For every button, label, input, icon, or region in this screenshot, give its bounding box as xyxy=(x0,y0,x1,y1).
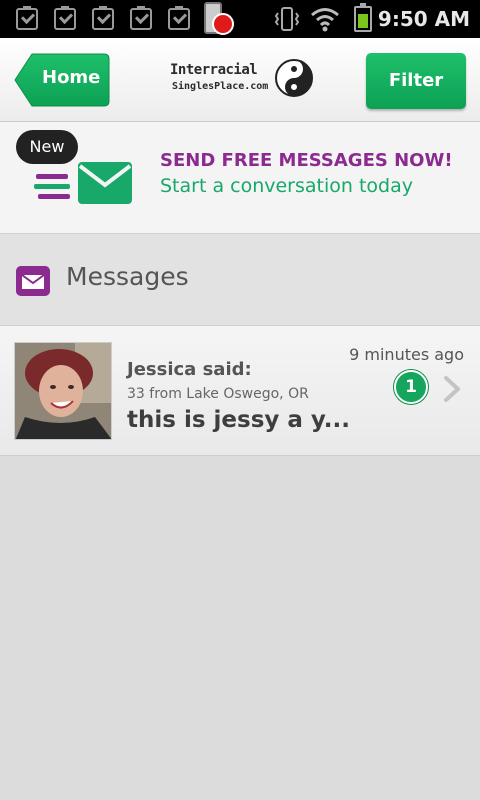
clipboard-check-icon xyxy=(54,6,76,30)
message-timestamp: 9 minutes ago xyxy=(349,345,464,364)
avatar[interactable] xyxy=(14,342,112,440)
home-button[interactable]: Home xyxy=(14,53,110,107)
app-header: Home Interracial SinglesPlace.com Filter xyxy=(0,38,480,122)
message-preview: this is jessy a y... xyxy=(127,407,351,433)
message-sender: Jessica said: xyxy=(127,359,252,380)
send-messages-banner[interactable]: New SEND FREE MESSAGES NOW! Start a conv… xyxy=(0,122,480,234)
empty-content-area xyxy=(0,456,480,800)
status-time: 9:50 AM xyxy=(377,7,470,31)
messages-section-header: Messages xyxy=(0,234,480,326)
section-title: Messages xyxy=(66,262,189,291)
record-icon xyxy=(212,13,234,35)
clipboard-check-icon xyxy=(130,6,152,30)
message-row[interactable]: Jessica said: 33 from Lake Oswego, OR th… xyxy=(0,326,480,456)
home-button-label: Home xyxy=(42,67,101,88)
logo-line1: Interracial xyxy=(170,62,258,78)
status-bar: 9:50 AM xyxy=(0,0,480,38)
avatar-photo xyxy=(15,343,111,439)
banner-title: SEND FREE MESSAGES NOW! xyxy=(160,150,453,171)
mail-icon xyxy=(16,266,50,296)
banner-subtitle: Start a conversation today xyxy=(160,175,413,197)
envelope-icon xyxy=(34,162,132,204)
logo-line2: SinglesPlace.com xyxy=(172,81,269,92)
vibrate-icon xyxy=(274,7,300,31)
clipboard-check-icon xyxy=(92,6,114,30)
filter-button[interactable]: Filter xyxy=(366,53,466,109)
clipboard-check-icon xyxy=(168,6,190,30)
wifi-icon xyxy=(311,8,339,32)
chevron-right-icon[interactable] xyxy=(440,374,464,404)
yin-yang-icon xyxy=(275,59,313,97)
clipboard-check-icon xyxy=(16,6,38,30)
app-logo: Interracial SinglesPlace.com xyxy=(168,58,313,104)
battery-icon xyxy=(354,3,372,32)
unread-count-badge: 1 xyxy=(394,370,428,404)
message-location: 33 from Lake Oswego, OR xyxy=(127,386,309,402)
